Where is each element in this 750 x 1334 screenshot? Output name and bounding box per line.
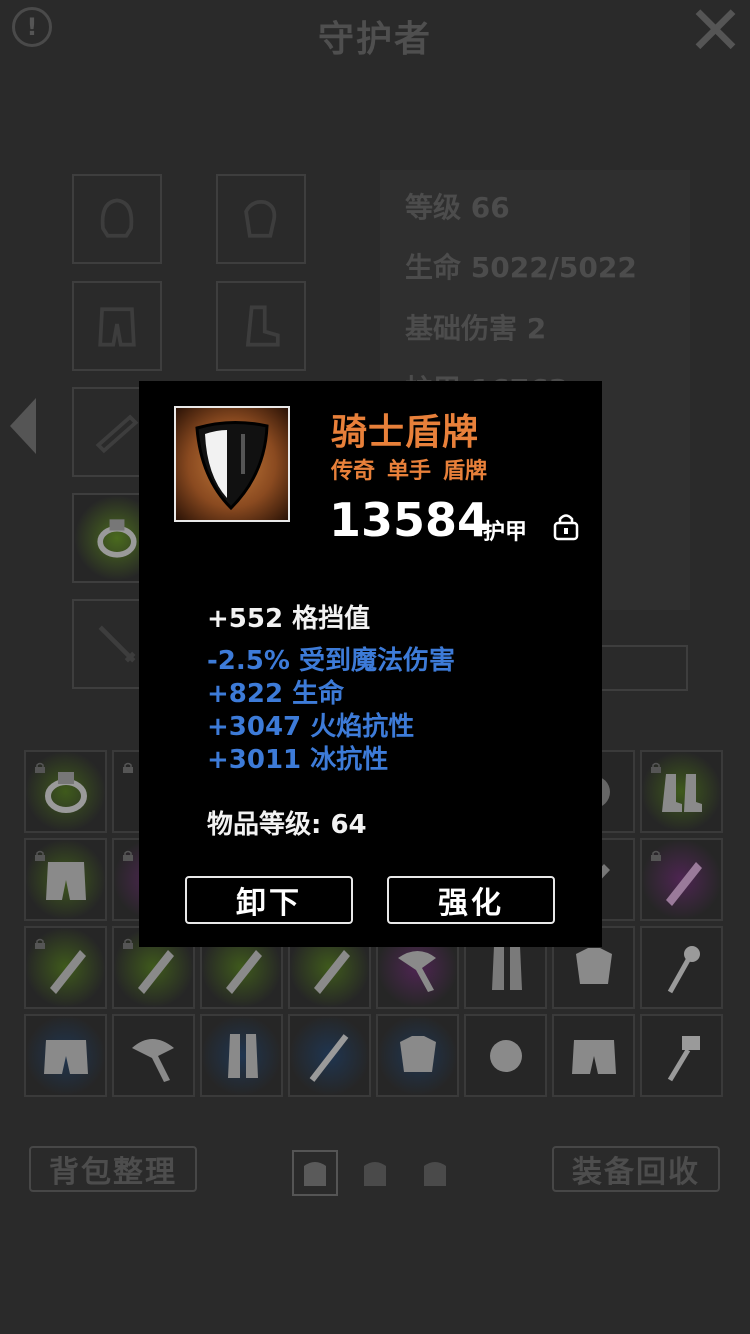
background-field[interactable] [600, 645, 688, 691]
item-rarity: 传奇 [331, 459, 376, 484]
inventory-slot[interactable] [24, 1014, 107, 1097]
item-detail-popup: 骑士盾牌 传奇 单手 盾牌 13584 护甲 +552 格挡值 -2.5% 受到魔法… [139, 381, 602, 947]
lock-icon[interactable] [552, 511, 580, 541]
item-hand: 单手 [387, 459, 432, 484]
lock-icon [122, 758, 134, 773]
inventory-slot[interactable] [112, 1014, 195, 1097]
stat-level: 等级 66 [405, 191, 510, 224]
hammer-icon [667, 1035, 700, 1081]
lock-icon [34, 846, 46, 861]
inventory-slot[interactable] [24, 750, 107, 833]
close-button[interactable]: ✕ [687, 0, 744, 66]
unequip-button[interactable]: 卸下 [185, 876, 353, 924]
scroll-icon [95, 414, 139, 454]
sort-inventory-button[interactable]: 背包整理 [29, 1146, 197, 1192]
pants-icon [43, 1039, 88, 1074]
inventory-slot[interactable] [640, 1014, 723, 1097]
previous-character-arrow[interactable] [10, 398, 36, 454]
helmet-icon [100, 198, 134, 238]
pants-icon [98, 307, 136, 347]
pants-icon [571, 1039, 616, 1074]
glove-icon [244, 200, 277, 238]
sword-icon [98, 625, 136, 663]
bonus-attribute: +3047 火焰抗性 [207, 712, 415, 742]
gloves-slot[interactable] [216, 174, 306, 264]
armor-icon [399, 1035, 436, 1072]
inventory-slot[interactable] [640, 926, 723, 1009]
axe-icon [131, 1038, 174, 1082]
item-level: 物品等级: 64 [207, 810, 367, 840]
inventory-slot[interactable] [24, 926, 107, 1009]
page-title: 守护者 [317, 19, 432, 60]
inventory-slot[interactable] [552, 1014, 635, 1097]
ring-icon [97, 519, 137, 558]
armor-value: 13584 [329, 493, 490, 547]
enhance-button[interactable]: 强化 [387, 876, 555, 924]
sword-icon [309, 1033, 348, 1082]
primary-attribute: +552 格挡值 [207, 604, 371, 634]
lock-icon [122, 846, 134, 861]
lock-icon [122, 934, 134, 949]
item-category: 盾牌 [443, 459, 488, 484]
boots-slot[interactable] [216, 281, 306, 371]
inventory-slot[interactable] [200, 1014, 283, 1097]
recycle-equipment-button[interactable]: 装备回收 [552, 1146, 720, 1192]
lock-icon [650, 758, 662, 773]
helmet-slot[interactable] [72, 174, 162, 264]
stat-hp: 生命 5022/5022 [405, 251, 637, 284]
inventory-slot[interactable] [376, 1014, 459, 1097]
boots-icon [227, 1033, 258, 1078]
item-type: 传奇 单手 盾牌 [331, 453, 499, 485]
lock-icon [34, 934, 46, 949]
bag-tab-2[interactable] [352, 1150, 398, 1196]
armor-label: 护甲 [483, 520, 528, 545]
pants-slot[interactable] [72, 281, 162, 371]
item-icon [174, 406, 290, 522]
inventory-slot[interactable] [640, 750, 723, 833]
lock-icon [650, 846, 662, 861]
lock-icon [34, 758, 46, 773]
inventory-slot[interactable] [24, 838, 107, 921]
inventory-slot[interactable] [288, 1014, 371, 1097]
shield-icon [195, 420, 269, 511]
stat-base-damage: 基础伤害 2 [405, 312, 547, 345]
bonus-attribute: +3011 冰抗性 [207, 745, 389, 775]
bag-tab-3[interactable] [412, 1150, 458, 1196]
bonus-attribute: -2.5% 受到魔法伤害 [207, 646, 455, 676]
bonus-attribute: +822 生命 [207, 679, 345, 709]
glove-icon [489, 1039, 522, 1072]
item-name: 骑士盾牌 [331, 412, 480, 453]
backpack-icon [304, 1162, 326, 1186]
backpack-icon [364, 1162, 386, 1186]
backpack-icon [424, 1162, 446, 1186]
close-icon: ✕ [687, 0, 744, 71]
inventory-slot[interactable] [640, 838, 723, 921]
boots-icon [245, 305, 280, 347]
mace-icon [667, 945, 700, 993]
bag-tab-1[interactable] [292, 1150, 338, 1196]
inventory-slot[interactable] [464, 1014, 547, 1097]
